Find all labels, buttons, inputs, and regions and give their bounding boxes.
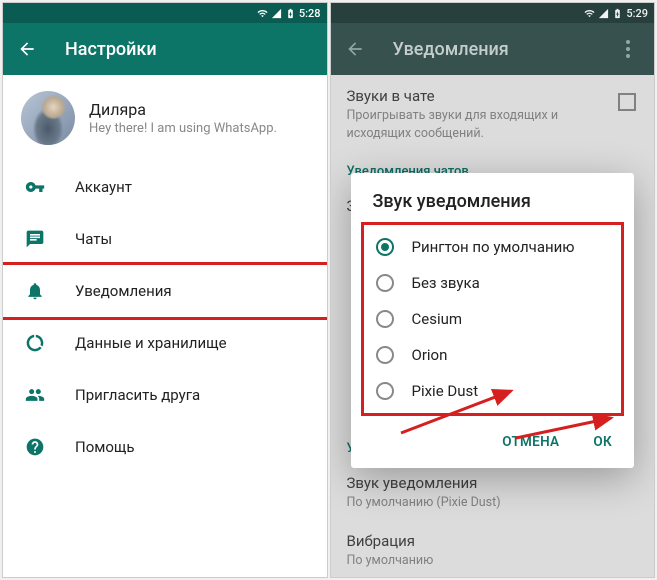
pref-title: Звук уведомления [347,474,639,492]
data-usage-icon [23,331,47,355]
right-phone: 5:29 Уведомления Звуки в чате Проигрыват… [330,2,656,578]
radio-option-cesium[interactable]: Cesium [364,301,622,337]
pref-subtitle: Проигрывать звуки для входящих и исходящ… [347,107,619,142]
settings-item-data[interactable]: Данные и хранилище [3,317,327,369]
radio-label: Cesium [412,310,463,328]
pref-group-sound[interactable]: Звук уведомления По умолчанию (Pixie Dus… [331,462,655,520]
wifi-icon [257,8,268,19]
checkbox[interactable] [618,93,636,111]
arrow-back-icon [345,39,365,59]
radio-option-orion[interactable]: Orion [364,337,622,373]
pref-vibration[interactable]: Вибрация По умолчанию [331,520,655,578]
overflow-menu[interactable] [616,37,640,61]
dialog-actions: ОТМЕНА ОК [351,416,635,468]
chat-icon [23,227,47,251]
radio-icon [376,238,394,256]
appbar-title: Уведомления [393,39,617,60]
app-bar-settings: Настройки [3,23,327,75]
pref-subtitle: По умолчанию [347,552,639,570]
battery-icon [285,8,296,19]
app-bar-notifications: Уведомления [331,23,655,75]
radio-label: Без звука [412,274,480,292]
back-button[interactable] [17,37,41,61]
settings-item-help[interactable]: Помощь [3,421,327,473]
left-phone: 5:28 Настройки Диляра Hey there! I am us… [2,2,328,578]
pref-sounds-in-chat[interactable]: Звуки в чате Проигрывать звуки для входя… [331,75,655,150]
status-bar-right: 5:29 [331,3,655,23]
ok-button[interactable]: ОК [585,428,620,456]
radio-label: Pixie Dust [412,382,479,400]
battery-icon [612,8,623,19]
settings-label: Помощь [75,438,135,456]
more-vert-icon [626,40,630,58]
sound-picker-dialog: Звук уведомления Рингтон по умолчанию Бе… [351,173,635,468]
radio-icon [376,382,394,400]
radio-label: Orion [412,346,448,364]
settings-item-chats[interactable]: Чаты [3,213,327,265]
profile-status: Hey there! I am using WhatsApp. [89,121,277,136]
settings-label: Уведомления [75,282,172,300]
radio-icon [376,346,394,364]
help-icon [23,435,47,459]
radio-label: Рингтон по умолчанию [412,238,575,256]
profile-cell[interactable]: Диляра Hey there! I am using WhatsApp. [3,75,327,161]
status-time: 5:29 [626,7,648,20]
arrow-back-icon [17,39,37,59]
settings-item-notifications[interactable]: Уведомления [2,262,328,320]
avatar [21,91,75,145]
settings-label: Пригласить друга [75,386,200,404]
settings-label: Данные и хранилище [75,334,227,352]
radio-icon [376,274,394,292]
radio-option-default[interactable]: Рингтон по умолчанию [364,229,622,265]
settings-label: Чаты [75,230,112,248]
radio-icon [376,310,394,328]
pref-title: Вибрация [347,532,639,550]
pref-subtitle: По умолчанию (Pixie Dust) [347,494,639,512]
signal-icon [598,8,609,19]
status-time: 5:28 [299,7,321,20]
cancel-button[interactable]: ОТМЕНА [494,428,567,456]
back-button[interactable] [345,37,369,61]
settings-item-invite[interactable]: Пригласить друга [3,369,327,421]
dialog-option-list: Рингтон по умолчанию Без звука Cesium Or… [361,222,625,416]
settings-label: Аккаунт [75,178,132,196]
bell-icon [23,279,47,303]
radio-option-pixie[interactable]: Pixie Dust [364,373,622,409]
wifi-icon [584,8,595,19]
profile-name: Диляра [89,100,277,119]
appbar-title: Настройки [65,39,313,60]
status-bar-left: 5:28 [3,3,327,23]
pref-title: Звуки в чате [347,87,619,105]
people-icon [23,383,47,407]
radio-option-none[interactable]: Без звука [364,265,622,301]
dialog-title: Звук уведомления [351,191,635,222]
signal-icon [271,8,282,19]
settings-item-account[interactable]: Аккаунт [3,161,327,213]
key-icon [23,175,47,199]
